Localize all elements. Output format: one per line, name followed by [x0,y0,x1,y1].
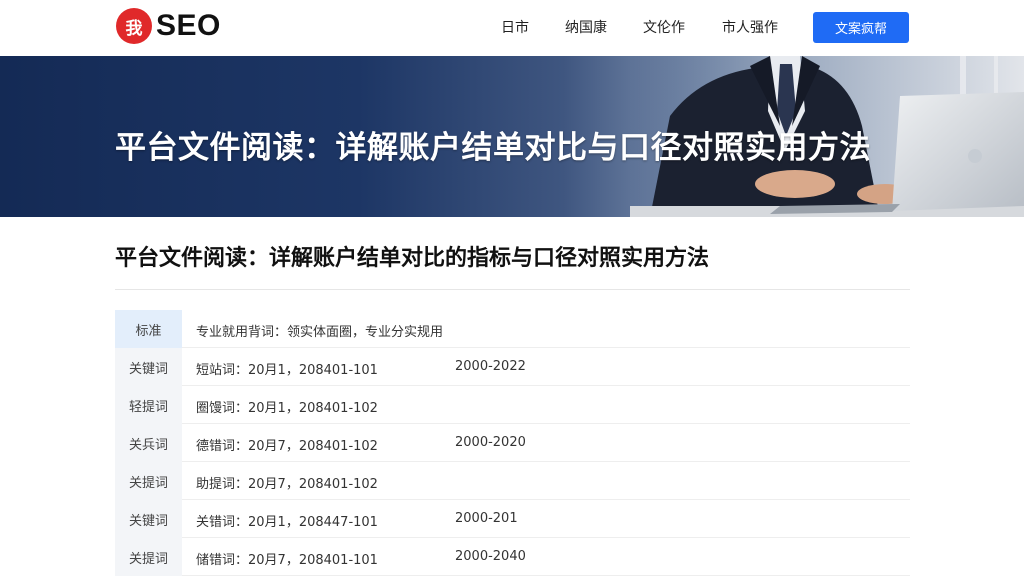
table-row: 关兵词 德错词：20月7，208401-102 2000-2020 [115,424,910,462]
row-label: 轻提词 [115,386,182,424]
table-row: 关键词 关错词：20月1，208447-101 2000-201 [115,500,910,538]
row-desc: 助提词：20月7，208401-102 [196,477,378,492]
table-row: 关提词 储错词：20月7，208401-101 2000-2040 [115,538,910,576]
row-label: 关提词 [115,538,182,576]
nav-item-3[interactable]: 文伦作 [643,17,685,37]
row-year: 2000-2040 [455,549,526,564]
row-desc: 圈馒词：20月1，208401-102 [196,401,378,416]
row-desc: 关错词：20月1，208447-101 [196,515,378,530]
table-row: 轻提词 圈馒词：20月1，208401-102 [115,386,910,424]
row-label: 关提词 [115,462,182,500]
nav-item-2[interactable]: 纳国康 [565,17,607,37]
row-year: 2000-2022 [455,359,526,374]
row-year: 2000-2020 [455,435,526,450]
row-label: 关兵词 [115,424,182,462]
site-header: 我 SEO 日市 纳国康 文伦作 市人强作 文案疯帮 [0,0,1024,56]
row-desc: 储错词：20月7，208401-101 [196,553,378,568]
row-desc: 德错词：20月7，208401-102 [196,439,378,454]
row-label: 关键词 [115,500,182,538]
cta-button[interactable]: 文案疯帮 [813,12,909,43]
table-header-desc: 专业就用背词：领实体面圈，专业分实规用 [196,325,444,340]
table-header-row: 标准 专业就用背词：领实体面圈，专业分实规用 [115,310,910,348]
table-row: 关提词 助提词：20月7，208401-102 [115,462,910,500]
hero-title: 平台文件阅读：详解账户结单对比与口径对照实用方法 [115,130,871,166]
keyword-table: 标准 专业就用背词：领实体面圈，专业分实规用 关键词 短站词：20月1，2084… [115,310,910,576]
row-desc: 短站词：20月1，208401-101 [196,363,378,378]
hero-banner: 平台文件阅读：详解账户结单对比与口径对照实用方法 [0,56,1024,217]
nav-item-1[interactable]: 日市 [501,17,529,37]
table-header-label: 标准 [115,310,182,348]
nav-item-4[interactable]: 市人强作 [722,17,778,37]
row-label: 关键词 [115,348,182,386]
title-divider [115,289,910,290]
table-row: 关键词 短站词：20月1，208401-101 2000-2022 [115,348,910,386]
row-year: 2000-201 [455,511,518,526]
article-title: 平台文件阅读：详解账户结单对比的指标与口径对照实用方法 [115,246,710,271]
